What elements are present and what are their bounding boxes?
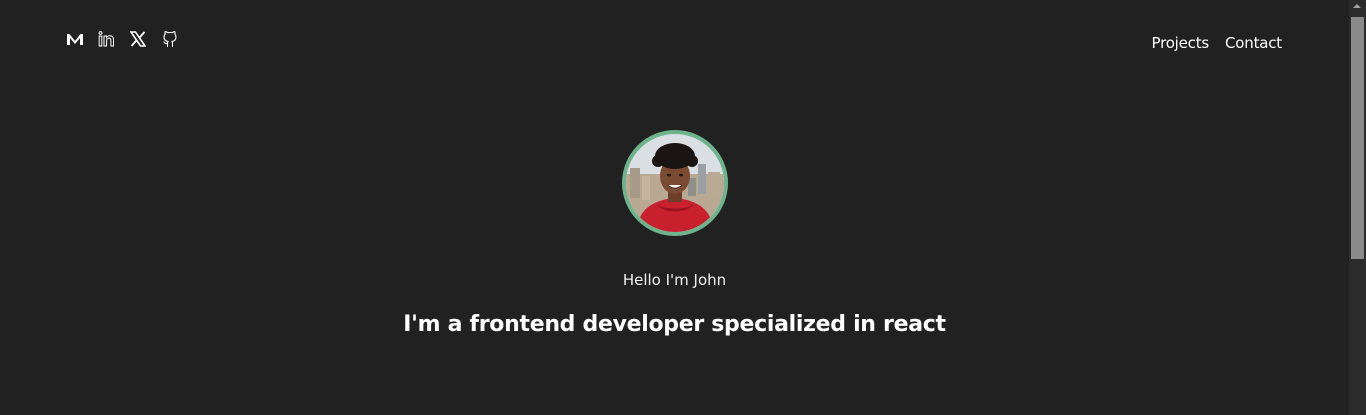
main-nav: Projects Contact bbox=[1151, 34, 1282, 52]
x-link[interactable] bbox=[130, 29, 162, 49]
linkedin-link[interactable] bbox=[98, 29, 130, 49]
github-link[interactable] bbox=[162, 29, 194, 49]
medium-link[interactable] bbox=[66, 29, 98, 49]
medium-icon bbox=[66, 32, 84, 46]
social-links bbox=[66, 29, 194, 49]
page: Projects Contact Hello I'm John I'm a fr… bbox=[0, 0, 1366, 415]
scroll-up-arrow-icon[interactable] bbox=[1353, 4, 1361, 8]
greeting-text: Hello I'm John bbox=[622, 271, 727, 289]
headline: I'm a frontend developer specialized in … bbox=[403, 312, 946, 337]
vertical-scrollbar[interactable] bbox=[1349, 0, 1366, 415]
x-icon bbox=[130, 31, 146, 47]
github-icon bbox=[162, 30, 178, 48]
scroll-thumb[interactable] bbox=[1351, 17, 1364, 259]
avatar bbox=[626, 134, 724, 232]
nav-projects-link[interactable]: Projects bbox=[1151, 34, 1209, 52]
linkedin-icon bbox=[98, 31, 116, 47]
nav-contact-link[interactable]: Contact bbox=[1225, 34, 1282, 52]
avatar-ring bbox=[622, 130, 728, 236]
